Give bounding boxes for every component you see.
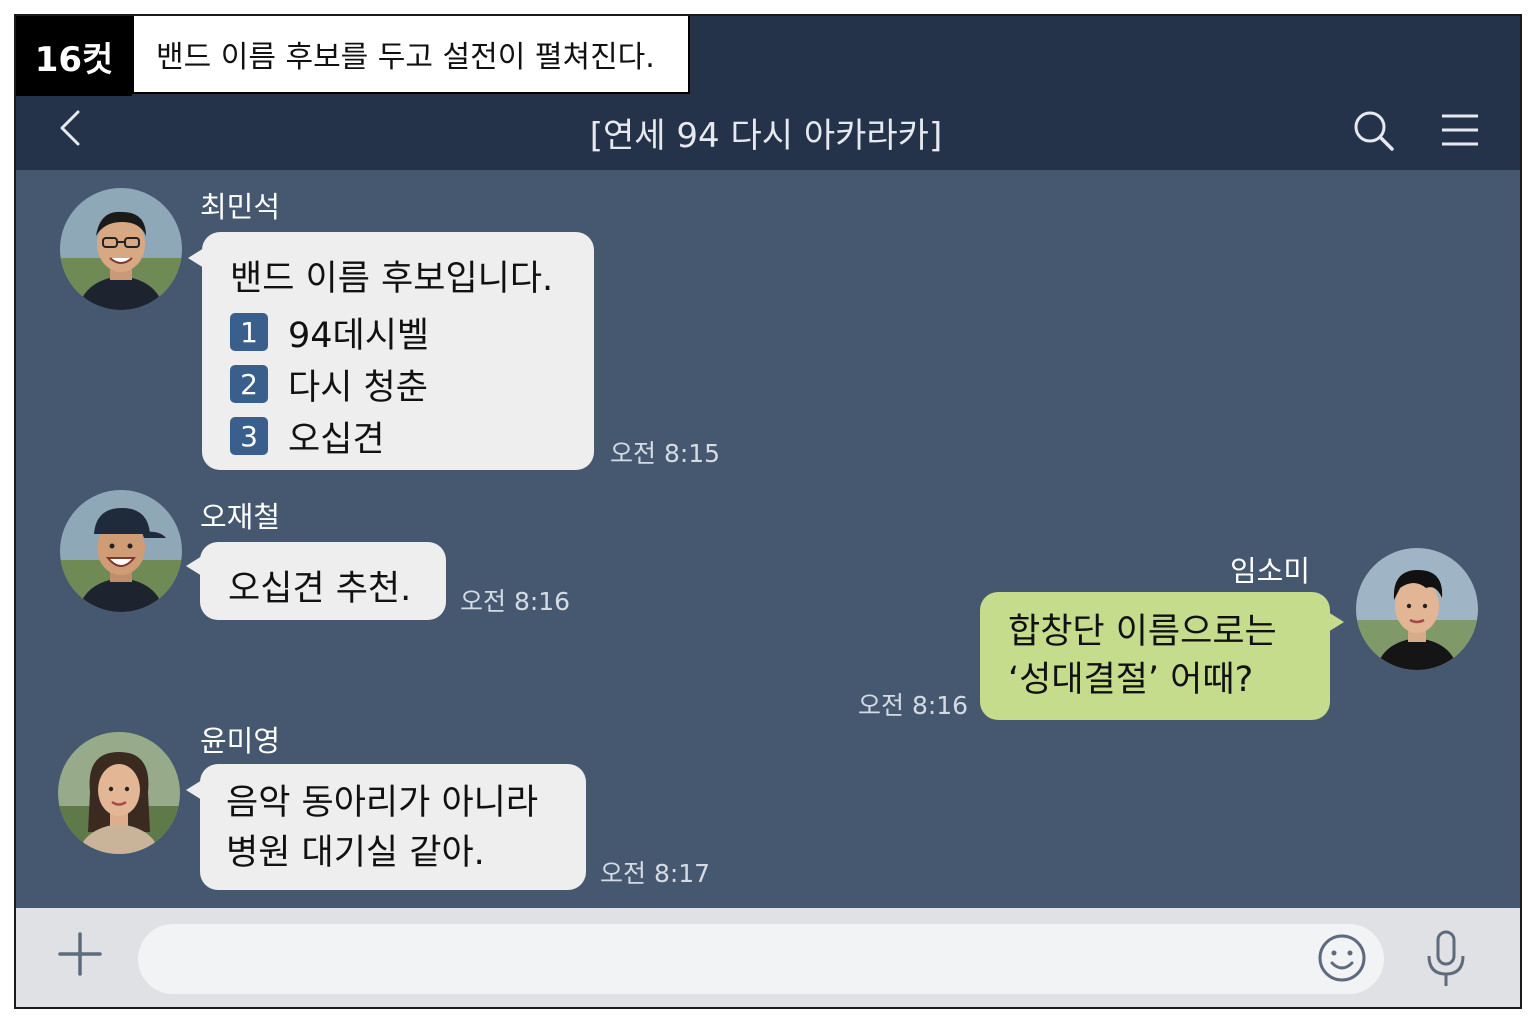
message-text-line: 음악 동아리가 아니라 bbox=[226, 783, 539, 823]
bubble-tail bbox=[1328, 612, 1344, 632]
message-bubble[interactable]: 밴드 이름 후보입니다. 1 94데시벨 2 다시 청춘 3 오십견 bbox=[202, 232, 594, 470]
avatar-yoon-miyoung[interactable] bbox=[58, 732, 180, 854]
list-item: 2 다시 청춘 bbox=[230, 358, 594, 410]
woman-long-hair-portrait bbox=[58, 732, 180, 854]
message-text: 오십견 추천. bbox=[228, 569, 412, 609]
back-button[interactable] bbox=[54, 108, 88, 148]
message-bubble[interactable]: 음악 동아리가 아니라 병원 대기실 같아. bbox=[200, 764, 586, 890]
chat-room-title: [연세 94 다시 아카라카] bbox=[589, 116, 943, 156]
avatar-choi-minseok[interactable] bbox=[60, 188, 182, 310]
sender-name: 윤미영 bbox=[200, 724, 281, 758]
message-text-line: ‘성대결절’ 어때? bbox=[1008, 660, 1254, 700]
voice-button[interactable] bbox=[1424, 930, 1468, 988]
woman-short-hair-portrait bbox=[1356, 548, 1478, 670]
option-text: 다시 청춘 bbox=[288, 367, 428, 408]
list-item: 1 94데시벨 bbox=[230, 306, 594, 358]
avatar-lim-somi[interactable] bbox=[1356, 548, 1478, 670]
plus-icon bbox=[58, 932, 102, 976]
mic-icon bbox=[1427, 930, 1465, 986]
number-badge: 1 bbox=[230, 313, 268, 351]
number-badge: 3 bbox=[230, 417, 268, 455]
message-timestamp: 오전 8:17 bbox=[600, 859, 711, 888]
search-button[interactable] bbox=[1352, 109, 1396, 153]
message-input-bar bbox=[16, 908, 1520, 1007]
message-bubble[interactable]: 오십견 추천. bbox=[200, 542, 446, 620]
message-text-line: 합창단 이름으로는 bbox=[1008, 612, 1277, 652]
chat-window: [연세 94 다시 아카라카] 16컷 밴드 이름 후보를 두고 설전이 펼쳐진… bbox=[14, 14, 1522, 1009]
search-icon bbox=[1354, 111, 1394, 151]
message-text: 밴드 이름 후보입니다. bbox=[230, 259, 554, 299]
number-badge: 2 bbox=[230, 365, 268, 403]
emoji-button[interactable] bbox=[1316, 932, 1368, 984]
cut-number-label: 16컷 bbox=[16, 16, 132, 96]
sender-name: 오재철 bbox=[200, 500, 281, 534]
menu-button[interactable] bbox=[1438, 112, 1482, 148]
message-timestamp: 오전 8:15 bbox=[610, 439, 721, 468]
message-timestamp: 오전 8:16 bbox=[858, 691, 969, 720]
my-message-bubble[interactable]: 합창단 이름으로는 ‘성대결절’ 어때? bbox=[980, 592, 1330, 720]
sender-name: 최민석 bbox=[200, 190, 281, 224]
menu-icon bbox=[1442, 114, 1478, 146]
message-timestamp: 오전 8:16 bbox=[460, 587, 571, 616]
back-icon bbox=[60, 110, 80, 146]
man-with-glasses-portrait bbox=[60, 188, 182, 310]
man-with-cap-portrait bbox=[60, 490, 182, 612]
sender-name: 임소미 bbox=[1230, 554, 1311, 588]
option-text: 94데시벨 bbox=[288, 315, 430, 356]
message-input[interactable] bbox=[138, 924, 1384, 994]
panel-caption: 밴드 이름 후보를 두고 설전이 펼쳐진다. bbox=[132, 16, 690, 94]
attach-button[interactable] bbox=[56, 930, 104, 978]
emoji-icon bbox=[1318, 934, 1366, 982]
list-item: 3 오십견 bbox=[230, 410, 594, 462]
option-text: 오십견 bbox=[288, 419, 385, 460]
message-text-line: 병원 대기실 같아. bbox=[226, 833, 485, 873]
avatar-oh-jaecheol[interactable] bbox=[60, 490, 182, 612]
